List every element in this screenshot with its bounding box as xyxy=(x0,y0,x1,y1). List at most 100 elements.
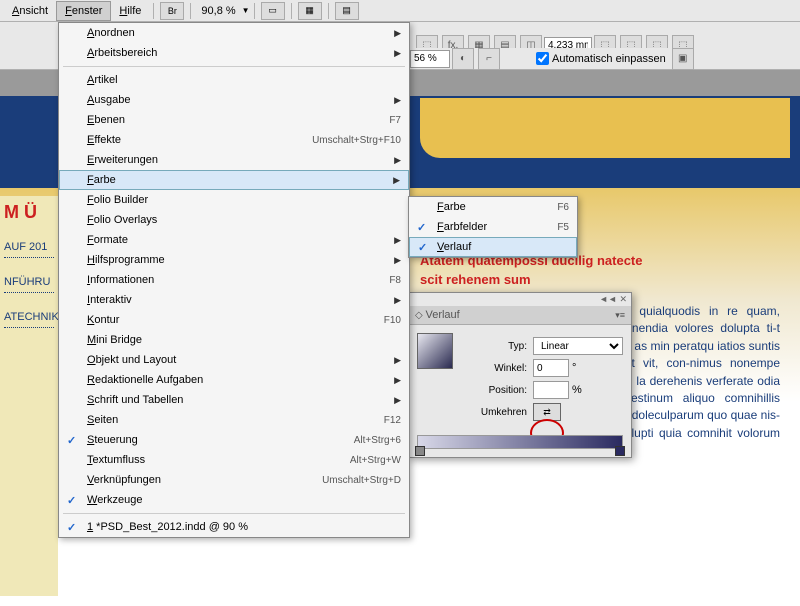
panel-tab-title[interactable]: ◇ Verlauf xyxy=(415,309,460,321)
menu-item-label: Informationen xyxy=(87,274,389,286)
menu-item-ausgabe[interactable]: Ausgabe▶ xyxy=(59,90,409,110)
verlauf-panel[interactable]: ◄◄ ✕ ◇ Verlauf ▾≡ Typ: Linear Winkel: ° xyxy=(408,292,632,458)
view-button[interactable]: ▤ xyxy=(335,2,359,20)
separator xyxy=(153,3,154,19)
fit-content-icon[interactable]: ▣ xyxy=(672,48,694,70)
menu-item-redaktionelle-aufgaben[interactable]: Redaktionelle Aufgaben▶ xyxy=(59,370,409,390)
menu-item-label: Redaktionelle Aufgaben xyxy=(87,374,401,386)
menu-item-interaktiv[interactable]: Interaktiv▶ xyxy=(59,290,409,310)
check-icon: ✓ xyxy=(417,221,426,234)
menu-ansicht[interactable]: Ansicht xyxy=(4,2,56,20)
winkel-unit: ° xyxy=(572,362,576,374)
submenu-item-farbfelder[interactable]: ✓FarbfelderF5 xyxy=(409,217,577,237)
winkel-label: Winkel: xyxy=(463,363,527,374)
submenu-item-farbe[interactable]: FarbeF6 xyxy=(409,197,577,217)
menu-item-arbeitsbereich[interactable]: Arbeitsbereich▶ xyxy=(59,43,409,63)
menu-hilfe[interactable]: Hilfe xyxy=(111,2,149,20)
menu-item-anordnen[interactable]: Anordnen▶ xyxy=(59,23,409,43)
bridge-button[interactable]: Br xyxy=(160,2,184,20)
typ-select[interactable]: Linear xyxy=(533,337,623,355)
submenu-arrow-icon: ▶ xyxy=(394,295,401,306)
menu-item-ebenen[interactable]: EbenenF7 xyxy=(59,110,409,130)
submenu-arrow-icon: ▶ xyxy=(394,395,401,406)
menu-item-textumfluss[interactable]: TextumflussAlt+Strg+W xyxy=(59,450,409,470)
corner-type-icon[interactable]: ⌐ xyxy=(478,48,500,70)
document-left-strip: M Ü AUF 201 NFÜHRU ATECHNIK xyxy=(0,196,58,596)
menu-item-formate[interactable]: Formate▶ xyxy=(59,230,409,250)
menu-item-label: Seiten xyxy=(87,414,384,426)
left-strip-heading: M Ü xyxy=(4,202,54,223)
menu-item-label: Textumfluss xyxy=(87,454,350,466)
menu-item-label: Mini Bridge xyxy=(87,334,401,346)
farbe-submenu: FarbeF6✓FarbfelderF5✓Verlauf xyxy=(408,196,578,258)
position-label: Position: xyxy=(463,385,527,396)
menu-item-steuerung[interactable]: ✓ SteuerungAlt+Strg+6 xyxy=(59,430,409,450)
auto-fit-checkbox[interactable]: Automatisch einpassen xyxy=(536,52,666,65)
submenu-arrow-icon: ▶ xyxy=(394,28,401,39)
menu-separator xyxy=(63,66,405,67)
menu-item-informationen[interactable]: InformationenF8 xyxy=(59,270,409,290)
menu-item-label: Folio Overlays xyxy=(87,214,401,226)
menu-item-label: Effekte xyxy=(87,134,312,146)
fenster-dropdown-menu: Anordnen▶Arbeitsbereich▶ArtikelAusgabe▶E… xyxy=(58,22,410,538)
panel-menu-icon[interactable]: ▾≡ xyxy=(615,310,625,321)
menu-item-erweiterungen[interactable]: Erweiterungen▶ xyxy=(59,150,409,170)
separator xyxy=(328,3,329,19)
menu-item-label: Artikel xyxy=(87,74,401,86)
menu-item-farbe[interactable]: Farbe▶ xyxy=(59,170,409,190)
menu-item-folio-builder[interactable]: Folio Builder xyxy=(59,190,409,210)
menu-item-kontur[interactable]: KonturF10 xyxy=(59,310,409,330)
submenu-arrow-icon: ▶ xyxy=(394,375,401,386)
menu-shortcut: Alt+Strg+6 xyxy=(354,435,401,446)
percent-input[interactable] xyxy=(410,50,450,68)
corner-icon[interactable]: ◐ xyxy=(452,48,474,70)
submenu-arrow-icon: ▶ xyxy=(394,255,401,266)
menu-item-mini-bridge[interactable]: Mini Bridge xyxy=(59,330,409,350)
menu-item-label: Ausgabe xyxy=(87,94,401,106)
position-input[interactable] xyxy=(533,381,569,399)
menu-item-label: Erweiterungen xyxy=(87,154,401,166)
menu-shortcut: Umschalt+Strg+D xyxy=(322,475,401,486)
gradient-ramp[interactable] xyxy=(417,435,623,449)
gradient-stop-start[interactable] xyxy=(415,446,425,456)
menu-item-folio-overlays[interactable]: Folio Overlays xyxy=(59,210,409,230)
submenu-item-verlauf[interactable]: ✓Verlauf xyxy=(409,237,577,257)
zoom-level[interactable]: 90,8 % xyxy=(195,5,241,17)
menu-item-label: Objekt und Layout xyxy=(87,354,401,366)
winkel-input[interactable] xyxy=(533,359,569,377)
menu-item-schrift-und-tabellen[interactable]: Schrift und Tabellen▶ xyxy=(59,390,409,410)
arrange-button[interactable]: ▦ xyxy=(298,2,322,20)
menu-item-label: Folio Builder xyxy=(87,194,401,206)
menu-item-label: Formate xyxy=(87,234,401,246)
menu-item-hilfsprogramme[interactable]: Hilfsprogramme▶ xyxy=(59,250,409,270)
menu-item-verkn-pfungen[interactable]: VerknüpfungenUmschalt+Strg+D xyxy=(59,470,409,490)
submenu-arrow-icon: ▶ xyxy=(394,95,401,106)
menu-item-seiten[interactable]: SeitenF12 xyxy=(59,410,409,430)
gradient-stop-end[interactable] xyxy=(615,446,625,456)
submenu-arrow-icon: ▶ xyxy=(393,175,400,186)
menu-item-label: Steuerung xyxy=(87,434,354,446)
umkehren-button[interactable]: ⇄ xyxy=(533,403,561,421)
menu-item-werkzeuge[interactable]: ✓Werkzeuge xyxy=(59,490,409,510)
menubar: Ansicht Fenster Hilfe Br 90,8 % ▼ ▭ ▦ ▤ xyxy=(0,0,800,22)
typ-label: Typ: xyxy=(463,341,527,352)
dropdown-arrow-icon[interactable]: ▼ xyxy=(242,6,250,15)
position-unit: % xyxy=(572,384,582,396)
menu-item-artikel[interactable]: Artikel xyxy=(59,70,409,90)
menu-shortcut: F8 xyxy=(389,275,401,286)
submenu-item-label: Verlauf xyxy=(437,241,569,253)
submenu-item-label: Farbe xyxy=(437,201,557,213)
menu-shortcut: F7 xyxy=(389,115,401,126)
document-subtitle: scit rehenem sum xyxy=(420,272,780,287)
panel-header[interactable]: ◇ Verlauf ▾≡ xyxy=(409,306,631,325)
separator xyxy=(190,3,191,19)
menu-item-effekte[interactable]: EffekteUmschalt+Strg+F10 xyxy=(59,130,409,150)
gradient-swatch[interactable] xyxy=(417,333,453,369)
menu-shortcut: F5 xyxy=(557,222,569,233)
menu-item-1-psd-best-2012-indd-90-[interactable]: ✓1 *PSD_Best_2012.indd @ 90 % xyxy=(59,517,409,537)
screen-mode-button[interactable]: ▭ xyxy=(261,2,285,20)
menu-item-objekt-und-layout[interactable]: Objekt und Layout▶ xyxy=(59,350,409,370)
check-icon: ✓ xyxy=(67,434,76,447)
menu-fenster[interactable]: Fenster xyxy=(56,1,111,21)
umkehren-label: Umkehren xyxy=(463,407,527,418)
